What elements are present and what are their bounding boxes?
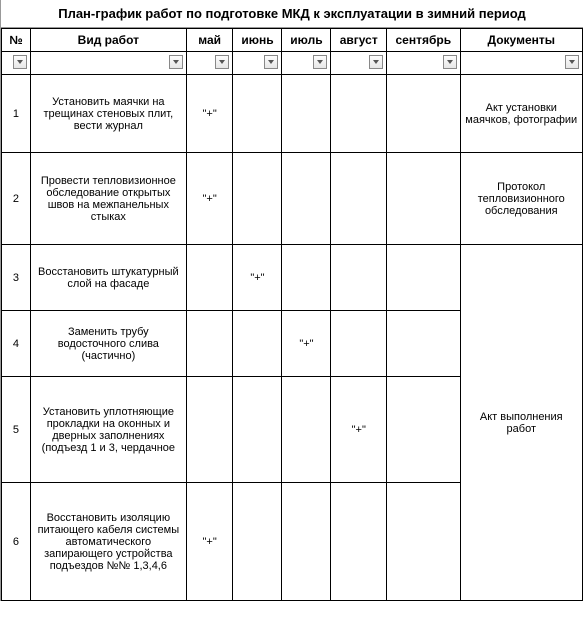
cell-aug[interactable] — [331, 153, 387, 245]
cell-may[interactable]: "+" — [186, 483, 233, 601]
filter-button[interactable] — [565, 55, 579, 69]
cell-doc[interactable]: Протокол тепловизионного обследования — [460, 153, 582, 245]
cell-may[interactable] — [186, 377, 233, 483]
cell-sep[interactable] — [387, 311, 460, 377]
cell-jul[interactable] — [282, 483, 331, 601]
col-doc: Документы — [460, 29, 582, 52]
cell-may[interactable]: "+" — [186, 75, 233, 153]
cell-jun[interactable] — [233, 75, 282, 153]
cell-aug[interactable]: "+" — [331, 377, 387, 483]
cell-work[interactable]: Восстановить штукатурный слой на фасаде — [30, 245, 186, 311]
filter-button[interactable] — [215, 55, 229, 69]
cell-jul[interactable] — [282, 245, 331, 311]
cell-jun[interactable] — [233, 377, 282, 483]
cell-aug[interactable] — [331, 483, 387, 601]
filter-button[interactable] — [169, 55, 183, 69]
cell-sep[interactable] — [387, 75, 460, 153]
schedule-table: № Вид работ май июнь июль август сентябр… — [1, 28, 583, 601]
col-num: № — [2, 29, 31, 52]
spreadsheet: План-график работ по подготовке МКД к эк… — [0, 0, 583, 601]
cell-work[interactable]: Восстановить изоляцию питающего кабеля с… — [30, 483, 186, 601]
cell-doc[interactable]: Акт установки маячков, фотографии — [460, 75, 582, 153]
cell-aug[interactable] — [331, 75, 387, 153]
filter-button[interactable] — [443, 55, 457, 69]
cell-num[interactable]: 1 — [2, 75, 31, 153]
cell-sep[interactable] — [387, 483, 460, 601]
col-sep: сентябрь — [387, 29, 460, 52]
col-aug: август — [331, 29, 387, 52]
sheet-title: План-график работ по подготовке МКД к эк… — [1, 0, 583, 28]
cell-jun[interactable] — [233, 311, 282, 377]
filter-button[interactable] — [369, 55, 383, 69]
cell-num[interactable]: 6 — [2, 483, 31, 601]
cell-aug[interactable] — [331, 311, 387, 377]
cell-may[interactable]: "+" — [186, 153, 233, 245]
cell-num[interactable]: 5 — [2, 377, 31, 483]
cell-jun[interactable] — [233, 153, 282, 245]
col-may: май — [186, 29, 233, 52]
cell-jul[interactable] — [282, 377, 331, 483]
table-row: 3 Восстановить штукатурный слой на фасад… — [2, 245, 583, 311]
cell-work[interactable]: Провести тепловизионное обследование отк… — [30, 153, 186, 245]
cell-jun[interactable] — [233, 483, 282, 601]
col-jul: июль — [282, 29, 331, 52]
cell-jul[interactable] — [282, 153, 331, 245]
cell-aug[interactable] — [331, 245, 387, 311]
filter-row — [2, 52, 583, 75]
cell-may[interactable] — [186, 311, 233, 377]
cell-work[interactable]: Заменить трубу водосточного слива (части… — [30, 311, 186, 377]
cell-num[interactable]: 4 — [2, 311, 31, 377]
cell-jun[interactable]: "+" — [233, 245, 282, 311]
header-row: № Вид работ май июнь июль август сентябр… — [2, 29, 583, 52]
cell-num[interactable]: 2 — [2, 153, 31, 245]
cell-sep[interactable] — [387, 245, 460, 311]
filter-button[interactable] — [13, 55, 27, 69]
table-row: 1 Установить маячки на трещинах стеновых… — [2, 75, 583, 153]
cell-doc[interactable]: Акт выполнения работ — [460, 245, 582, 601]
cell-work[interactable]: Установить маячки на трещинах стеновых п… — [30, 75, 186, 153]
table-row: 2 Провести тепловизионное обследование о… — [2, 153, 583, 245]
cell-may[interactable] — [186, 245, 233, 311]
cell-jul[interactable] — [282, 75, 331, 153]
cell-sep[interactable] — [387, 153, 460, 245]
filter-button[interactable] — [313, 55, 327, 69]
cell-work[interactable]: Установить уплотняющие прокладки на окон… — [30, 377, 186, 483]
cell-sep[interactable] — [387, 377, 460, 483]
col-jun: июнь — [233, 29, 282, 52]
col-work: Вид работ — [30, 29, 186, 52]
cell-num[interactable]: 3 — [2, 245, 31, 311]
filter-button[interactable] — [264, 55, 278, 69]
cell-jul[interactable]: "+" — [282, 311, 331, 377]
